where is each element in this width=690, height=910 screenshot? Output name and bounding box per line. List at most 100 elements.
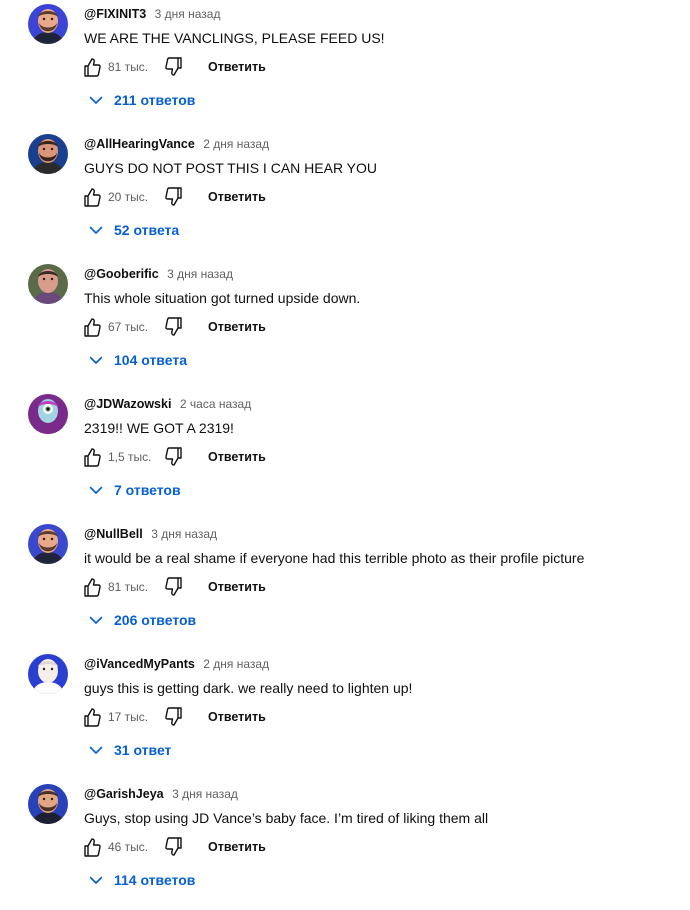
thumb-down-icon <box>164 837 184 862</box>
comment-text: it would be a real shame if everyone had… <box>84 550 585 566</box>
avatar[interactable] <box>28 524 68 564</box>
replies-count-label: 31 ответ <box>114 742 172 758</box>
like-button[interactable] <box>82 706 102 728</box>
like-count: 20 тыс. <box>108 190 149 204</box>
avatar[interactable] <box>28 784 68 824</box>
thumb-up-icon <box>82 448 102 472</box>
reply-button[interactable]: Ответить <box>208 840 266 854</box>
comment-header: @JDWazowski 2 часа назад <box>84 396 251 412</box>
chevron-down-icon <box>88 482 104 498</box>
dislike-button[interactable] <box>164 316 184 338</box>
comment-actions: 67 тыс. Ответить <box>82 316 382 338</box>
comment-author[interactable]: @iVancedMyPants <box>84 657 195 671</box>
comment-thread: @NullBell 3 дня назад it would be a real… <box>0 520 690 650</box>
thumb-down-icon <box>164 577 184 602</box>
comment-timestamp[interactable]: 2 часа назад <box>180 397 251 411</box>
avatar[interactable] <box>28 4 68 44</box>
like-count: 67 тыс. <box>108 320 149 334</box>
like-count: 81 тыс. <box>108 580 149 594</box>
replies-count-label: 211 ответов <box>114 92 196 108</box>
chevron-down-icon <box>88 352 104 368</box>
comment-author[interactable]: @Gooberific <box>84 267 159 281</box>
comment-author[interactable]: @AllHearingVance <box>84 137 195 151</box>
like-count: 1,5 тыс. <box>108 450 152 464</box>
thumb-down-icon <box>164 57 184 82</box>
reply-button[interactable]: Ответить <box>208 450 266 464</box>
comment-thread: @FIXINIT3 3 дня назад WE ARE THE VANCLIN… <box>0 0 690 130</box>
like-button[interactable] <box>82 316 102 338</box>
reply-button[interactable]: Ответить <box>208 320 266 334</box>
like-count: 81 тыс. <box>108 60 149 74</box>
comment-header: @GarishJeya 3 дня назад <box>84 786 238 802</box>
comment-actions: 17 тыс. Ответить <box>82 706 382 728</box>
comment-timestamp[interactable]: 3 дня назад <box>151 527 217 541</box>
comment-thread: @AllHearingVance 2 дня назад GUYS DO NOT… <box>0 130 690 260</box>
thumb-up-icon <box>82 708 102 732</box>
comment-author[interactable]: @NullBell <box>84 527 143 541</box>
thumb-down-icon <box>164 187 184 212</box>
comment-thread: @GarishJeya 3 дня назад Guys, stop using… <box>0 780 690 910</box>
chevron-down-icon <box>88 92 104 108</box>
comment-text: Guys, stop using JD Vance’s baby face. I… <box>84 810 489 826</box>
comment-author[interactable]: @GarishJeya <box>84 787 164 801</box>
chevron-down-icon <box>88 222 104 238</box>
dislike-button[interactable] <box>164 576 184 598</box>
like-button[interactable] <box>82 186 102 208</box>
thumb-up-icon <box>82 58 102 82</box>
comment-actions: 46 тыс. Ответить <box>82 836 382 858</box>
dislike-button[interactable] <box>164 446 184 468</box>
comment-timestamp[interactable]: 2 дня назад <box>203 657 269 671</box>
thumb-up-icon <box>82 578 102 602</box>
like-count: 17 тыс. <box>108 710 149 724</box>
comment-text: 2319!! WE GOT A 2319! <box>84 420 234 436</box>
comment-header: @FIXINIT3 3 дня назад <box>84 6 220 22</box>
comment-actions: 81 тыс. Ответить <box>82 576 382 598</box>
avatar[interactable] <box>28 264 68 304</box>
reply-button[interactable]: Ответить <box>208 60 266 74</box>
dislike-button[interactable] <box>164 706 184 728</box>
comment-header: @AllHearingVance 2 дня назад <box>84 136 269 152</box>
comment-actions: 1,5 тыс. Ответить <box>82 446 382 468</box>
chevron-down-icon <box>88 612 104 628</box>
comment-timestamp[interactable]: 3 дня назад <box>155 7 221 21</box>
thumb-up-icon <box>82 838 102 862</box>
replies-count-label: 52 ответа <box>114 222 180 238</box>
comment-text: GUYS DO NOT POST THIS I CAN HEAR YOU <box>84 160 378 176</box>
comment-header: @Gooberific 3 дня назад <box>84 266 233 282</box>
avatar[interactable] <box>28 654 68 694</box>
dislike-button[interactable] <box>164 186 184 208</box>
reply-button[interactable]: Ответить <box>208 580 266 594</box>
comment-thread: @Gooberific 3 дня назад This whole situa… <box>0 260 690 390</box>
comment-actions: 81 тыс. Ответить <box>82 56 382 78</box>
comment-author[interactable]: @FIXINIT3 <box>84 7 146 21</box>
comment-timestamp[interactable]: 3 дня назад <box>172 787 238 801</box>
thumb-down-icon <box>164 447 184 472</box>
thumb-up-icon <box>82 188 102 212</box>
like-button[interactable] <box>82 56 102 78</box>
replies-count-label: 104 ответа <box>114 352 187 368</box>
comment-timestamp[interactable]: 2 дня назад <box>203 137 269 151</box>
comment-text: guys this is getting dark. we really nee… <box>84 680 413 696</box>
replies-count-label: 206 ответов <box>114 612 197 628</box>
comment-header: @iVancedMyPants 2 дня назад <box>84 656 269 672</box>
chevron-down-icon <box>88 742 104 758</box>
reply-button[interactable]: Ответить <box>208 710 266 724</box>
like-count: 46 тыс. <box>108 840 149 854</box>
thumb-up-icon <box>82 318 102 342</box>
comment-text: WE ARE THE VANCLINGS, PLEASE FEED US! <box>84 30 385 46</box>
comment-header: @NullBell 3 дня назад <box>84 526 217 542</box>
thumb-down-icon <box>164 317 184 342</box>
like-button[interactable] <box>82 446 102 468</box>
comment-author[interactable]: @JDWazowski <box>84 397 171 411</box>
comment-timestamp[interactable]: 3 дня назад <box>167 267 233 281</box>
avatar[interactable] <box>28 134 68 174</box>
thumb-down-icon <box>164 707 184 732</box>
like-button[interactable] <box>82 836 102 858</box>
avatar[interactable] <box>28 394 68 434</box>
dislike-button[interactable] <box>164 836 184 858</box>
like-button[interactable] <box>82 576 102 598</box>
comment-thread: @iVancedMyPants 2 дня назад guys this is… <box>0 650 690 780</box>
reply-button[interactable]: Ответить <box>208 190 266 204</box>
comment-actions: 20 тыс. Ответить <box>82 186 382 208</box>
dislike-button[interactable] <box>164 56 184 78</box>
